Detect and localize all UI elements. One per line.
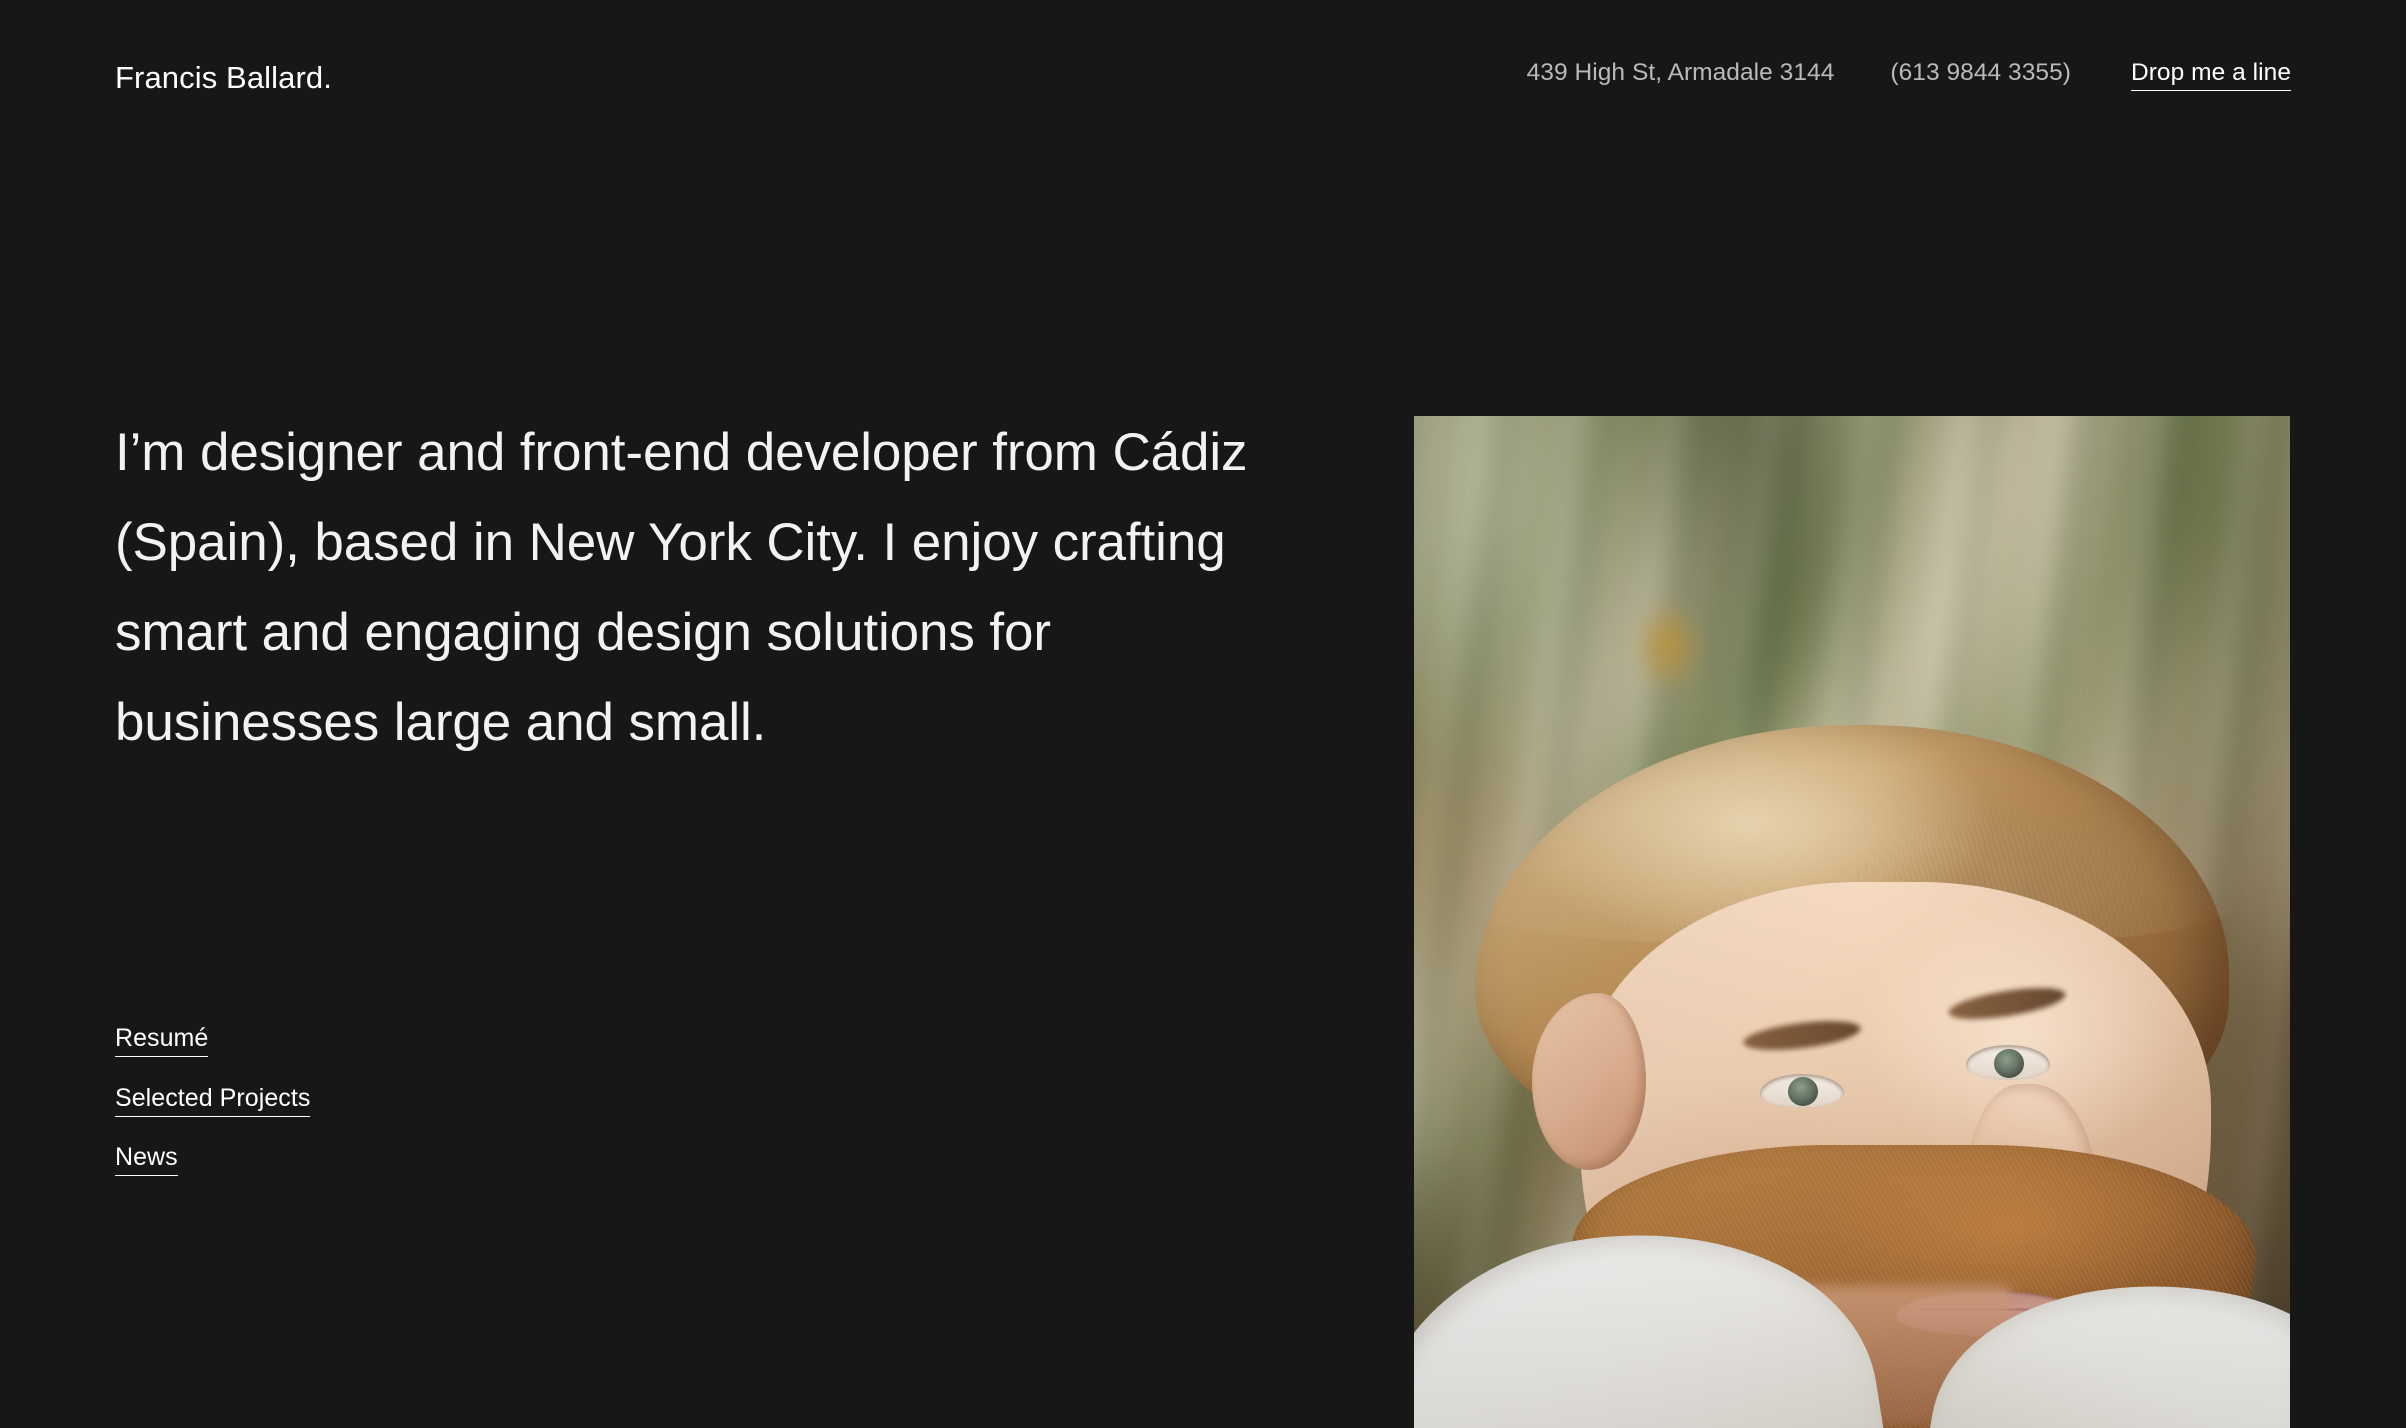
intro-block: I’m designer and front-end developer fro… — [115, 408, 1295, 768]
list-item: News — [115, 1143, 310, 1176]
section-link-list: Resumé Selected Projects News — [115, 1024, 311, 1176]
subject-ear — [1532, 992, 1647, 1170]
subject-eye-left — [1760, 1073, 1845, 1109]
portrait-photo — [1414, 416, 2290, 1428]
page-headline: I’m designer and front-end developer fro… — [115, 423, 1248, 752]
link-selected-projects[interactable]: Selected Projects — [115, 1084, 311, 1117]
list-item: Resumé — [115, 1024, 310, 1057]
link-resume[interactable]: Resumé — [115, 1024, 209, 1057]
list-item: Selected Projects — [115, 1084, 311, 1117]
link-news[interactable]: News — [115, 1143, 178, 1176]
portrait-subject — [1414, 416, 2290, 1428]
main-content: I’m designer and front-end developer fro… — [0, 0, 2406, 1428]
portrait-image — [1414, 416, 2290, 1428]
subject-eye-right — [1965, 1045, 2050, 1080]
